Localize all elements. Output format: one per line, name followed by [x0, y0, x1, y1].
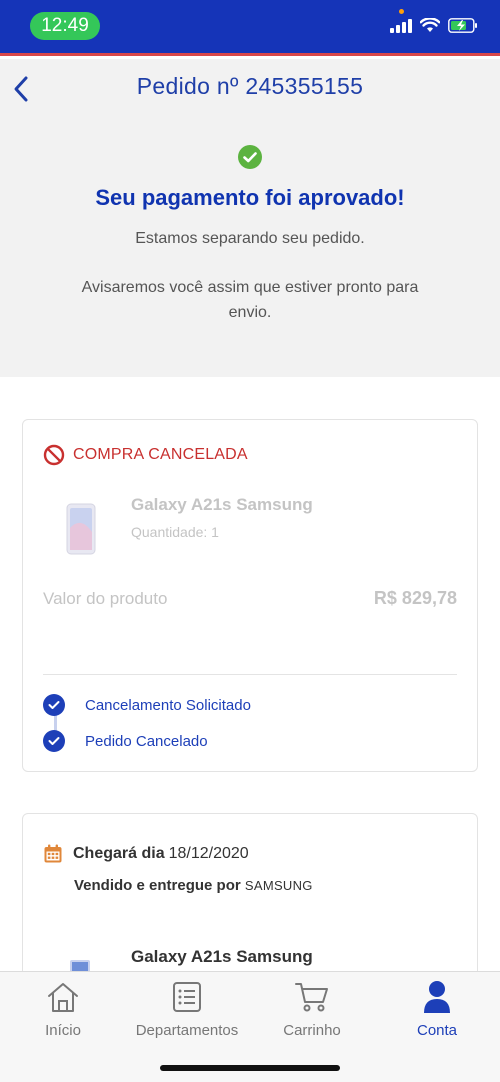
bottom-nav: Início Departamentos Carrinho Conta	[0, 971, 500, 1082]
nav-label: Carrinho	[283, 1022, 341, 1039]
nav-label: Departamentos	[135, 1022, 239, 1039]
approval-note: Avisaremos você assim que estiver pronto…	[81, 279, 419, 321]
product-thumbnail	[66, 503, 96, 555]
mic-indicator-icon	[399, 9, 404, 14]
step-label: Cancelamento Solicitado	[85, 696, 251, 714]
nav-item-inicio[interactable]: Início	[8, 978, 118, 1039]
divider	[43, 674, 457, 675]
nav-item-carrinho[interactable]: Carrinho	[257, 978, 367, 1039]
nav-item-conta[interactable]: Conta	[382, 978, 492, 1039]
page-title: Pedido nº 245355155	[136, 73, 364, 99]
timeline-step: Cancelamento Solicitado	[43, 694, 251, 716]
wifi-icon	[420, 18, 440, 32]
home-icon	[48, 983, 78, 1012]
home-indicator[interactable]	[160, 1065, 340, 1071]
arrival-label: Chegará dia	[73, 845, 165, 862]
approval-subtitle: Estamos separando seu pedido.	[135, 230, 365, 247]
seller-name: SAMSUNG	[244, 878, 313, 893]
battery-icon	[448, 18, 477, 33]
arrival-date: 18/12/2020	[168, 845, 249, 862]
sold-by-label: Vendido e entregue por	[74, 877, 241, 894]
status-bar: 12:49	[0, 0, 500, 56]
signal-icon	[390, 18, 412, 33]
calendar-icon	[44, 844, 62, 863]
cart-icon	[295, 983, 328, 1012]
step-check-icon	[43, 694, 65, 716]
cancel-status-label: COMPRA CANCELADA	[73, 446, 248, 463]
prohibited-icon	[43, 444, 65, 466]
nav-item-departamentos[interactable]: Departamentos	[132, 978, 242, 1039]
step-label: Pedido Cancelado	[85, 732, 208, 750]
list-icon	[173, 982, 201, 1012]
user-icon	[424, 981, 450, 1013]
status-icons	[390, 18, 478, 33]
step-check-icon	[43, 730, 65, 752]
product-name[interactable]: Galaxy A21s Samsung	[131, 947, 313, 967]
seller-row: Vendido e entregue por SAMSUNG	[74, 877, 313, 894]
approval-section: Seu pagamento foi aprovado! Estamos sepa…	[0, 119, 500, 377]
timeline-step: Pedido Cancelado	[43, 730, 208, 752]
cancelled-order-card: COMPRA CANCELADA Galaxy A21s Samsung Qua…	[22, 419, 478, 772]
approval-title: Seu pagamento foi aprovado!	[95, 185, 405, 210]
status-time: 12:49	[30, 12, 100, 40]
delivery-date-row: Chegará dia 18/12/2020	[43, 844, 249, 864]
check-circle-icon	[238, 145, 262, 169]
product-name[interactable]: Galaxy A21s Samsung	[131, 495, 313, 515]
nav-label: Conta	[416, 1022, 458, 1039]
price-label: Valor do produto	[43, 589, 168, 608]
header: Pedido nº 245355155	[0, 59, 500, 119]
price-value: R$ 829,78	[373, 588, 457, 608]
nav-label: Início	[45, 1022, 81, 1039]
cancel-status: COMPRA CANCELADA	[43, 444, 248, 466]
product-quantity: Quantidade: 1	[131, 524, 219, 540]
